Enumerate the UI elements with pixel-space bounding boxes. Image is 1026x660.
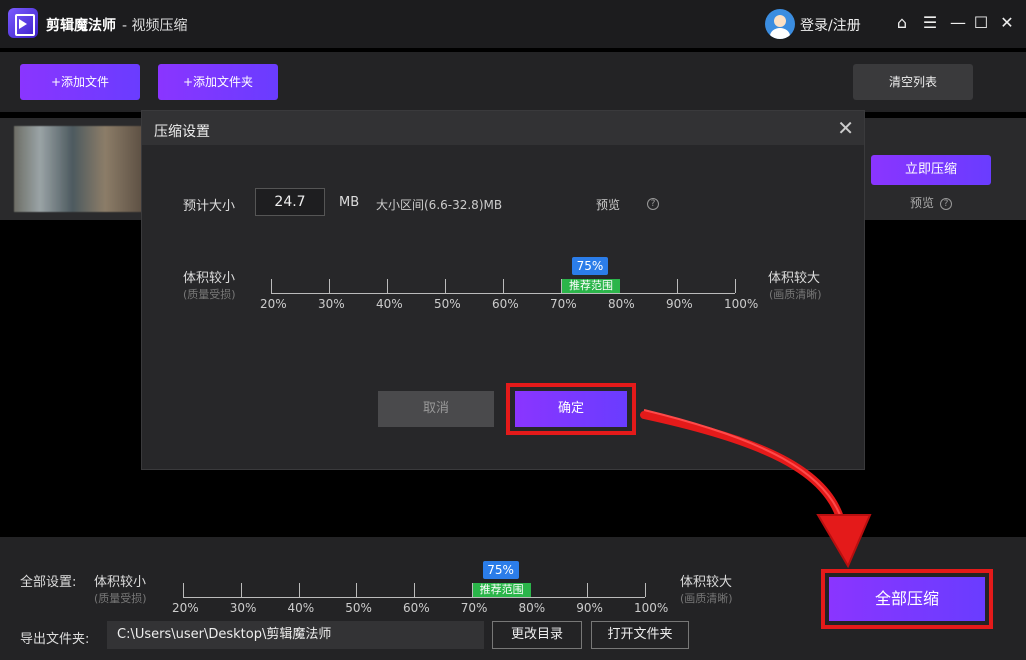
slider-tick (240, 583, 242, 597)
export-folder-label: 导出文件夹: (20, 632, 90, 647)
slider-tick (183, 583, 184, 597)
compress-now-button[interactable]: 立即压缩 (871, 155, 991, 185)
slider-tick-label: 50% (434, 297, 461, 311)
slider-right-sub: (画质清晰) (680, 592, 733, 605)
title-bar: 剪辑魔法师 - 视频压缩 登录/注册 ⌂ ☰ — ☐ ✕ (0, 0, 1026, 48)
slider-left-sub: (质量受损) (183, 288, 236, 301)
slider-tick-label: 90% (666, 297, 693, 311)
estimated-size-input[interactable]: 24.7 (255, 188, 325, 216)
slider-tick-label: 90% (576, 601, 603, 615)
slider-tick-label: 60% (492, 297, 519, 311)
row-preview-label: 预览 (910, 196, 935, 210)
slider-tick-label: 80% (518, 601, 546, 615)
slider-left-label: 体积较小 (94, 575, 147, 590)
export-path-input[interactable]: C:\Users\user\Desktop\剪辑魔法师 (107, 621, 484, 649)
slider-tick (356, 583, 358, 597)
slider-tick-label: 40% (287, 601, 315, 615)
slider-tick-label: 20% (172, 601, 199, 615)
size-unit: MB (339, 195, 360, 210)
all-settings-label: 全部设置: (20, 575, 77, 590)
app-logo-icon (8, 8, 38, 38)
compress-all-highlight: 全部压缩 (821, 569, 993, 629)
video-thumbnail (14, 126, 144, 212)
compress-all-button[interactable]: 全部压缩 (829, 577, 985, 621)
slider-tick (735, 279, 736, 293)
slider-right-sub: (画质清晰) (769, 288, 822, 301)
slider-tick-label: 20% (260, 297, 287, 311)
slider-value-bubble[interactable]: 75% (482, 561, 519, 579)
menu-icon[interactable]: ☰ (919, 12, 941, 34)
help-icon[interactable]: ? (647, 198, 659, 210)
row-preview[interactable]: 预览? (910, 194, 953, 211)
slider-tick-label: 100% (634, 601, 669, 615)
slider-tick-label: 50% (345, 601, 372, 615)
cancel-button[interactable]: 取消 (378, 391, 494, 427)
size-range: 大小区间(6.6-32.8)MB (376, 198, 503, 212)
slider-tick (677, 279, 678, 293)
slider-tick-label: 70% (550, 297, 577, 311)
app-name: 剪辑魔法师 (46, 18, 116, 34)
slider-right-label: 体积较大 (768, 271, 821, 286)
home-icon[interactable]: ⌂ (891, 12, 913, 34)
slider-tick-label: 70% (460, 601, 488, 615)
close-icon[interactable]: ✕ (996, 12, 1018, 34)
toolbar: +添加文件 +添加文件夹 清空列表 (0, 52, 1026, 112)
bottom-panel: 全部设置: 体积较小 (质量受损) 体积较大 (画质清晰) 20% 30% 40% 5… (0, 537, 1026, 660)
add-folder-button[interactable]: +添加文件夹 (158, 64, 278, 100)
preview-label: 预览 (596, 198, 621, 212)
slider-tick-label: 100% (724, 297, 759, 311)
slider-track[interactable] (183, 597, 645, 598)
slider-tick-label: 40% (376, 297, 403, 311)
confirm-highlight: 确定 (506, 383, 636, 435)
slider-tick (298, 583, 300, 597)
dialog-header: 压缩设置 ✕ (142, 111, 864, 145)
recommended-range: 推荐范围 (472, 583, 531, 597)
recommended-range: 推荐范围 (562, 279, 620, 293)
slider-tick (387, 279, 388, 293)
app-subtitle: - 视频压缩 (122, 18, 188, 34)
slider-left-sub: (质量受损) (94, 592, 147, 605)
slider-tick-label: 30% (229, 601, 257, 615)
help-icon[interactable]: ? (940, 197, 953, 210)
slider-tick (329, 279, 330, 293)
compress-settings-dialog: 压缩设置 ✕ 预计大小 24.7 MB 大小区间(6.6-32.8)MB 预览 … (141, 110, 865, 470)
slider-tick (503, 279, 504, 293)
avatar[interactable] (765, 9, 795, 39)
slider-tick-label: 60% (403, 601, 430, 615)
open-folder-button[interactable]: 打开文件夹 (591, 621, 689, 649)
add-file-button[interactable]: +添加文件 (20, 64, 140, 100)
clear-list-button[interactable]: 清空列表 (853, 64, 973, 100)
close-icon[interactable]: ✕ (837, 116, 854, 140)
slider-tick (414, 583, 415, 597)
slider-left-label: 体积较小 (183, 271, 236, 286)
dialog-title: 压缩设置 (154, 124, 210, 140)
confirm-button[interactable]: 确定 (515, 391, 627, 427)
slider-tick-label: 30% (318, 297, 345, 311)
slider-tick (587, 583, 589, 597)
change-directory-button[interactable]: 更改目录 (492, 621, 582, 649)
slider-tick (271, 279, 272, 293)
slider-tick (445, 279, 446, 293)
slider-tick (645, 583, 646, 597)
login-link[interactable]: 登录/注册 (800, 15, 861, 35)
maximize-icon[interactable]: ☐ (970, 12, 992, 34)
estimated-size-label: 预计大小 (183, 199, 236, 214)
slider-track[interactable] (271, 293, 735, 294)
slider-tick-label: 80% (608, 297, 635, 311)
minimize-icon[interactable]: — (947, 12, 969, 34)
slider-value-bubble[interactable]: 75% (572, 257, 608, 275)
slider-right-label: 体积较大 (680, 575, 733, 590)
